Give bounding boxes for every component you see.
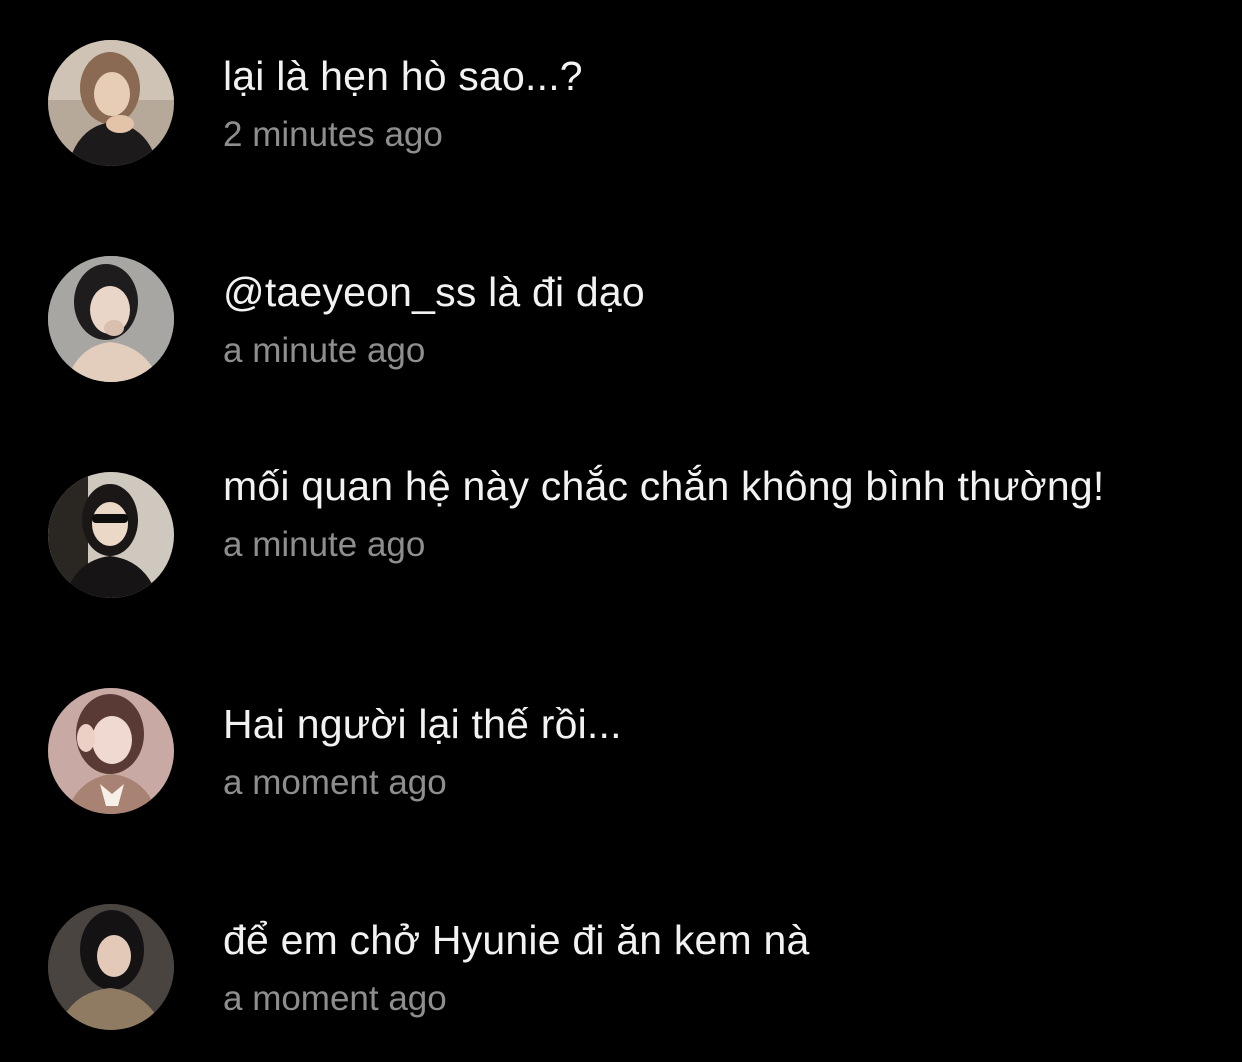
comment-body: để em chở Hyunie đi ăn kem nà a moment a… <box>223 912 1123 1021</box>
comment-timestamp: a minute ago <box>223 525 426 564</box>
avatar-photo <box>48 688 174 814</box>
avatar-photo <box>48 40 174 166</box>
user-avatar-icon[interactable] <box>48 256 174 382</box>
comment-text: @taeyeon_ss là đi dạo <box>223 269 645 315</box>
comment-body: lại là hẹn hò sao...? 2 minutes ago <box>223 48 1123 157</box>
user-avatar-icon[interactable] <box>48 40 174 166</box>
comment-list: lại là hẹn hò sao...? 2 minutes ago @tae… <box>0 0 1242 1062</box>
comment-body: @taeyeon_ss là đi dạo a minute ago <box>223 264 1123 373</box>
avatar-photo <box>48 472 174 598</box>
comment-timestamp: 2 minutes ago <box>223 115 443 154</box>
comment-body: mối quan hệ này chắc chắn không bình thư… <box>223 458 1123 567</box>
comment-text: lại là hẹn hò sao...? <box>223 53 583 99</box>
user-avatar-icon[interactable] <box>48 688 174 814</box>
comment-text: Hai người lại thế rồi... <box>223 701 622 747</box>
user-avatar-icon[interactable] <box>48 472 174 598</box>
comment-timestamp: a minute ago <box>223 331 426 370</box>
comment-text: mối quan hệ này chắc chắn không bình thư… <box>223 463 1105 509</box>
avatar-photo <box>48 904 174 1030</box>
comment-text: để em chở Hyunie đi ăn kem nà <box>223 917 810 963</box>
user-avatar-icon[interactable] <box>48 904 174 1030</box>
comment-body: Hai người lại thế rồi... a moment ago <box>223 696 1123 805</box>
avatar-photo <box>48 256 174 382</box>
comment-timestamp: a moment ago <box>223 979 447 1018</box>
comment-timestamp: a moment ago <box>223 763 447 802</box>
